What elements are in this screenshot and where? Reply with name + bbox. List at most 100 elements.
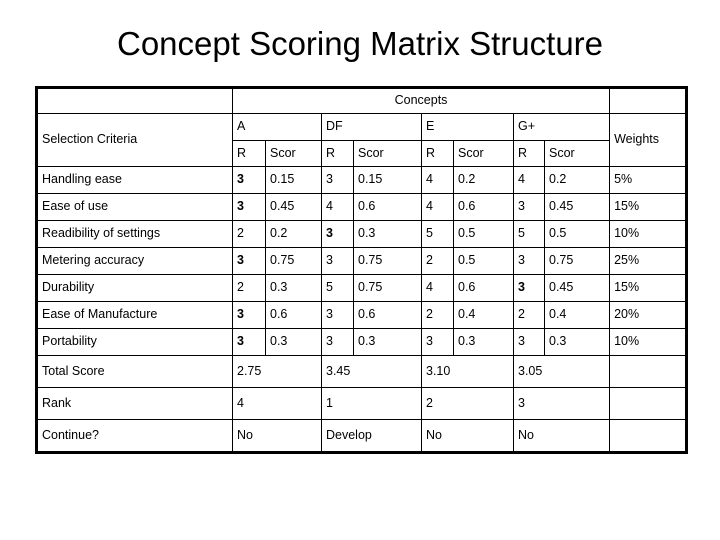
score-cell: 0.6 — [265, 301, 322, 329]
subheader-gplus-r: R — [513, 140, 545, 167]
score-cell: 0.5 — [453, 220, 514, 248]
concept-header-df: DF — [321, 113, 422, 141]
summary-value: 2 — [421, 387, 514, 420]
score-cell: 0.75 — [353, 274, 422, 302]
summary-value: 1 — [321, 387, 422, 420]
criterion-label: Readibility of settings — [36, 220, 233, 248]
weight-cell: 20% — [609, 301, 688, 329]
rating-cell: 2 — [421, 301, 454, 329]
weight-cell: 10% — [609, 328, 688, 356]
score-cell: 0.6 — [453, 274, 514, 302]
subheader-e-r: R — [421, 140, 454, 167]
score-cell: 0.2 — [453, 166, 514, 194]
score-cell: 0.2 — [265, 220, 322, 248]
slide-canvas: Concept Scoring Matrix Structure Concept… — [0, 0, 720, 540]
summary-row: Rank 4 1 2 3 — [36, 387, 688, 420]
rating-cell: 3 — [232, 301, 266, 329]
rating-cell: 2 — [232, 220, 266, 248]
rating-cell: 5 — [421, 220, 454, 248]
score-cell: 0.4 — [453, 301, 514, 329]
summary-value: 3.45 — [321, 355, 422, 388]
summary-value: No — [512, 419, 611, 453]
rating-cell: 5 — [513, 220, 545, 248]
score-cell: 0.3 — [353, 220, 422, 248]
score-cell: 0.4 — [543, 301, 611, 329]
criterion-label: Metering accuracy — [36, 247, 233, 275]
weight-cell: 15% — [609, 274, 688, 302]
rating-cell: 2 — [513, 301, 545, 329]
rating-cell: 4 — [321, 193, 354, 221]
summary-value: Develop — [321, 419, 422, 453]
table-row: Handling ease 3 0.15 3 0.15 4 0.2 4 0.2 5% — [36, 166, 688, 194]
score-cell: 0.15 — [353, 166, 422, 194]
score-cell: 0.3 — [265, 328, 322, 356]
selection-criteria-header: Selection Criteria — [36, 113, 233, 167]
concept-header-a: A — [232, 113, 322, 141]
score-cell: 0.45 — [543, 274, 611, 302]
subheader-e-scor: Scor — [453, 140, 514, 167]
rating-cell: 4 — [421, 166, 454, 194]
rating-cell: 3 — [232, 247, 266, 275]
rating-cell: 2 — [232, 274, 266, 302]
score-cell: 0.15 — [265, 166, 322, 194]
score-cell: 0.45 — [543, 193, 611, 221]
summary-weight-cell — [609, 387, 688, 420]
criterion-label: Durability — [36, 274, 233, 302]
score-cell: 0.75 — [353, 247, 422, 275]
weight-cell: 15% — [609, 193, 688, 221]
rating-cell: 3 — [513, 274, 545, 302]
summary-label: Continue? — [36, 419, 233, 453]
score-cell: 0.6 — [453, 193, 514, 221]
weights-header: Weights — [609, 113, 688, 167]
rating-cell: 3 — [321, 301, 354, 329]
subheader-df-r: R — [321, 140, 354, 167]
concepts-group-header: Concepts — [231, 87, 611, 114]
summary-value: 2.75 — [232, 355, 322, 388]
summary-weight-cell — [609, 419, 688, 453]
table-row: Metering accuracy 3 0.75 3 0.75 2 0.5 3 0.75 25% — [36, 247, 688, 275]
table-header-group-row: Concepts — [36, 87, 688, 114]
corner-cell-top — [36, 87, 233, 114]
rating-cell: 4 — [421, 274, 454, 302]
subheader-gplus-scor: Scor — [543, 140, 611, 167]
concept-scoring-table: Concepts Selection Criteria A DF E G+ Weights R… — [35, 86, 689, 454]
table-row: Portability 3 0.3 3 0.3 3 0.3 3 0.3 10% — [36, 328, 688, 356]
summary-value: 4 — [232, 387, 322, 420]
summary-row: Continue? No Develop No No — [36, 419, 688, 453]
corner-cell-top-right — [609, 87, 688, 114]
rating-cell: 3 — [513, 247, 545, 275]
rating-cell: 3 — [321, 220, 354, 248]
rating-cell: 3 — [232, 328, 266, 356]
score-cell: 0.2 — [543, 166, 611, 194]
score-cell: 0.5 — [543, 220, 611, 248]
weight-cell: 25% — [609, 247, 688, 275]
summary-value: 3.05 — [512, 355, 611, 388]
score-cell: 0.3 — [353, 328, 422, 356]
summary-value: No — [232, 419, 322, 453]
summary-row: Total Score 2.75 3.45 3.10 3.05 — [36, 355, 688, 388]
subheader-df-scor: Scor — [353, 140, 422, 167]
score-cell: 0.45 — [265, 193, 322, 221]
rating-cell: 4 — [513, 166, 545, 194]
rating-cell: 3 — [232, 193, 266, 221]
criterion-label: Ease of Manufacture — [36, 301, 233, 329]
rating-cell: 3 — [321, 166, 354, 194]
concept-scoring-table-wrapper: Concepts Selection Criteria A DF E G+ Weights R… — [35, 86, 689, 454]
summary-label: Rank — [36, 387, 233, 420]
score-cell: 0.5 — [453, 247, 514, 275]
score-cell: 0.75 — [543, 247, 611, 275]
subheader-a-r: R — [232, 140, 266, 167]
concept-header-gplus: G+ — [512, 113, 611, 141]
score-cell: 0.3 — [453, 328, 514, 356]
score-cell: 0.3 — [543, 328, 611, 356]
table-header-names-row: Selection Criteria A DF E G+ Weights — [36, 113, 688, 167]
criterion-label: Ease of use — [36, 193, 233, 221]
table-row: Durability 2 0.3 5 0.75 4 0.6 3 0.45 15% — [36, 274, 688, 302]
rating-cell: 3 — [321, 247, 354, 275]
rating-cell: 2 — [421, 247, 454, 275]
concept-header-e: E — [421, 113, 514, 141]
summary-label: Total Score — [36, 355, 233, 388]
rating-cell: 3 — [421, 328, 454, 356]
rating-cell: 5 — [321, 274, 354, 302]
score-cell: 0.75 — [265, 247, 322, 275]
